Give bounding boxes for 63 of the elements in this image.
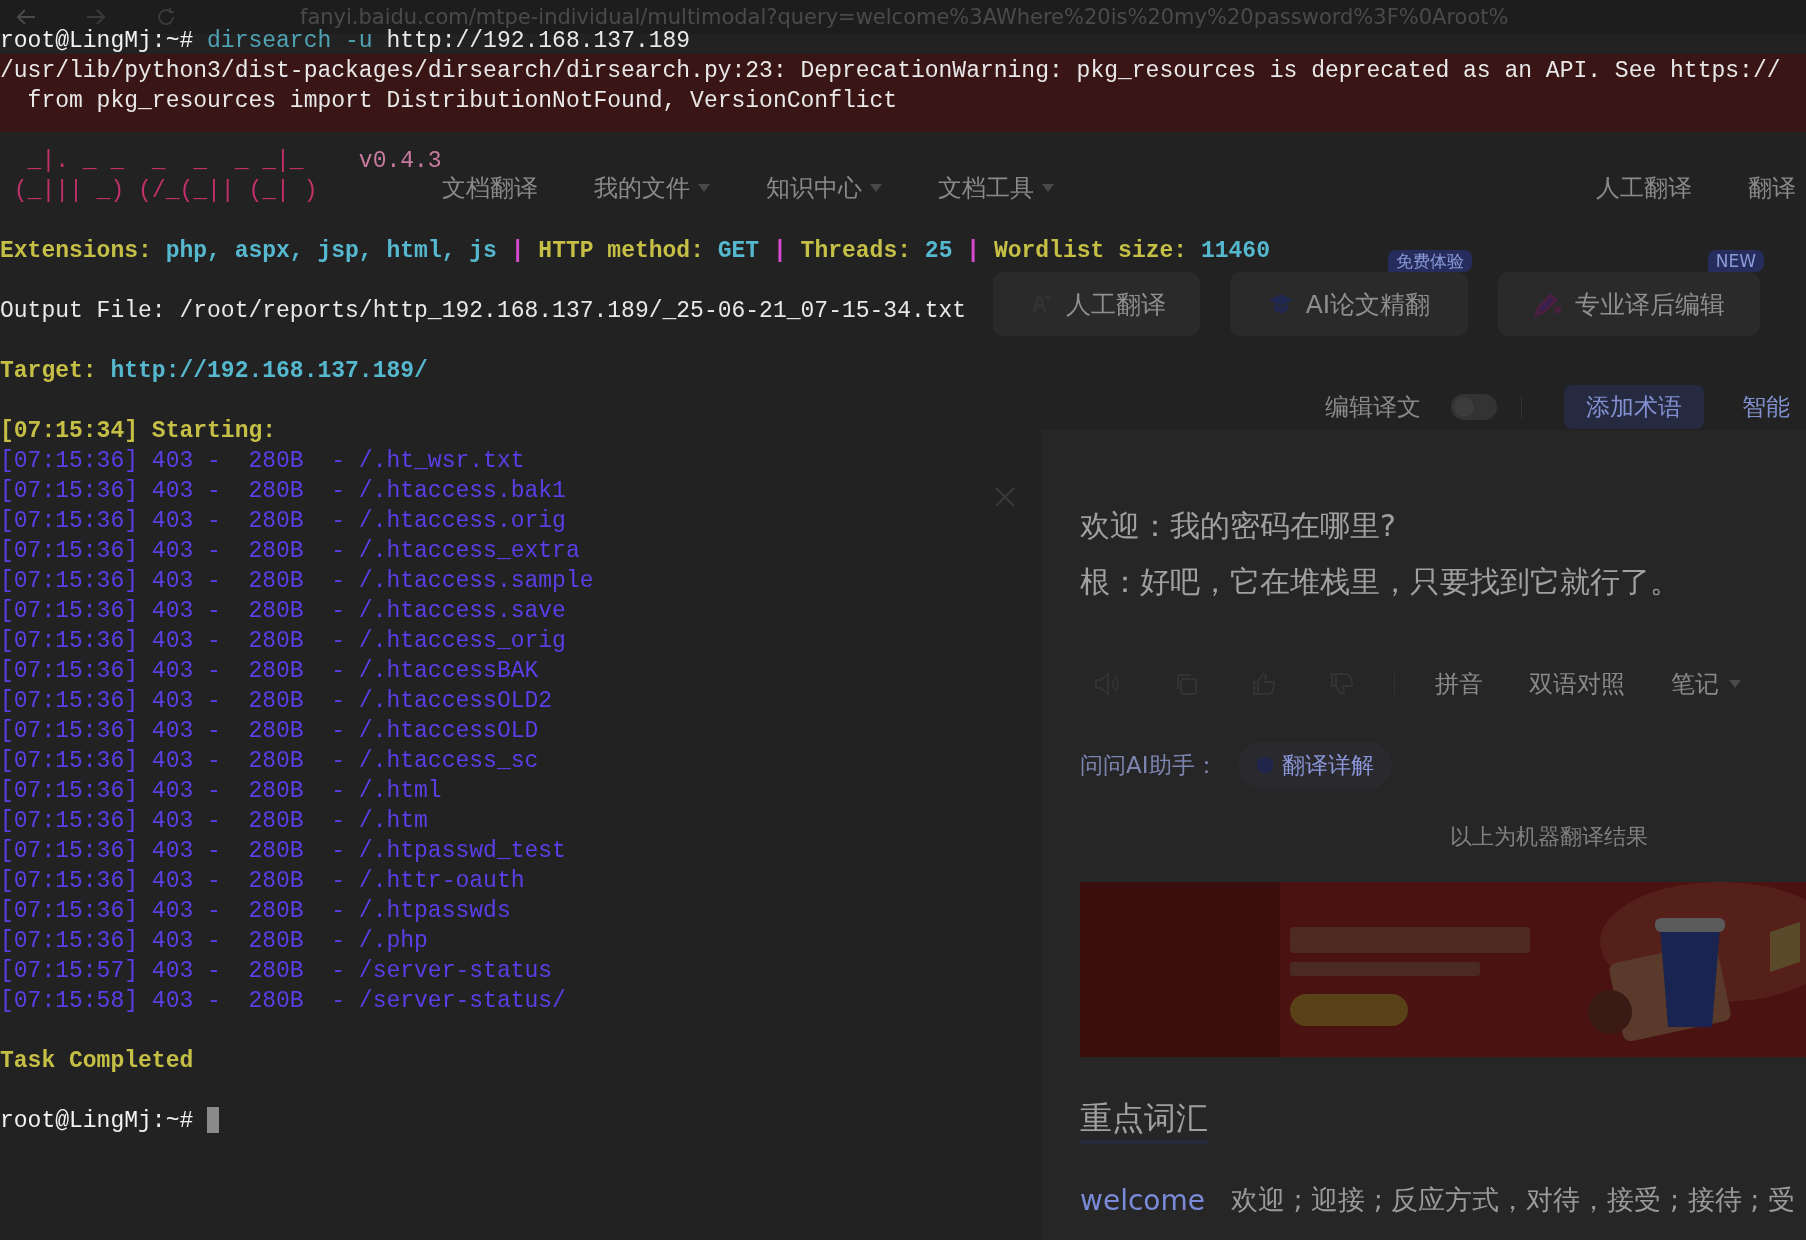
- terminal-line: [07:15:36] 403 - 280B - /.htaccess.bak1: [0, 477, 566, 506]
- add-term-button[interactable]: 添加术语: [1564, 385, 1704, 429]
- cube-icon: [1255, 755, 1274, 775]
- terminal-line: [07:15:57] 403 - 280B - /server-status: [0, 957, 553, 986]
- terminal-line: [07:15:36] 403 - 280B - /.htaccess_extra: [0, 537, 580, 566]
- nav-item[interactable]: 文档翻译: [442, 172, 538, 204]
- terminal-line: (_||| _) (/_(_|| (_| ): [12, 177, 318, 206]
- terminal-line: root@LingMj:~#: [0, 1106, 220, 1136]
- reload-icon[interactable]: [156, 7, 176, 27]
- close-icon[interactable]: [994, 486, 1016, 508]
- terminal-line: _|. _ _ _ _ _ _|_ v0.4.3: [26, 147, 442, 176]
- action-button[interactable]: 笔记: [1671, 668, 1741, 700]
- terminal-line: Task Completed: [0, 1047, 194, 1076]
- terminal-line: [07:15:34] Starting:: [0, 417, 278, 446]
- toggle-switch[interactable]: [1451, 394, 1497, 420]
- terminal-line: [07:15:36] 403 - 280B - /.ht_wsr.txt: [0, 447, 525, 476]
- explain-button[interactable]: 翻译详解: [1237, 741, 1392, 789]
- translation-text: 根：好吧，它在堆栈里，只要找到它就行了。: [1080, 563, 1681, 601]
- terminal-line: root@LingMj:~# dirsearch -u http://192.168.137.189: [0, 28, 691, 56]
- terminal-line: [07:15:36] 403 - 280B - /.htaccessBAK: [0, 657, 539, 686]
- terminal-line: [07:15:36] 403 - 280B - /.httr-oauth: [0, 867, 525, 896]
- terminal-line: [07:15:36] 403 - 280B - /.htpasswd_test: [0, 837, 566, 866]
- terminal-line: [07:15:36] 403 - 280B - /.htaccessOLD: [0, 717, 539, 746]
- terminal-line: [07:15:36] 403 - 280B - /.htaccess_orig: [0, 627, 566, 656]
- vocabulary-title: 重点词汇: [1080, 1096, 1208, 1144]
- terminal-line: [07:15:36] 403 - 280B - /.html: [0, 777, 442, 806]
- badge: 免费体验: [1388, 250, 1472, 272]
- terminal-line: [07:15:36] 403 - 280B - /.htpasswds: [0, 897, 511, 926]
- tool-card[interactable]: 专业译后编辑: [1498, 272, 1760, 336]
- tool-card[interactable]: AI论文精翻: [1230, 272, 1468, 336]
- terminal-line: from pkg_resources import DistributionNotFound, VersionConflict: [26, 87, 898, 116]
- translation-text: 欢迎：我的密码在哪里?: [1080, 507, 1397, 545]
- terminal-line: Extensions: php, aspx, jsp, html, js | HTTP method: GET | Threads: 25 | Wordlist size: 11460: [0, 237, 1270, 266]
- terminal-line: [07:15:36] 403 - 280B - /.php: [0, 927, 428, 956]
- nav-item[interactable]: 翻译: [1748, 172, 1796, 204]
- nav-item[interactable]: 知识中心: [766, 172, 882, 204]
- forward-icon[interactable]: [86, 8, 106, 26]
- terminal-line: [07:15:36] 403 - 280B - /.htaccess.sample: [0, 567, 594, 596]
- terminal-line: [07:15:58] 403 - 280B - /server-status/: [0, 987, 566, 1016]
- terminal-line: [07:15:36] 403 - 280B - /.htaccess.save: [0, 597, 566, 626]
- smart-link[interactable]: 智能: [1742, 391, 1790, 423]
- terminal-line: [07:15:36] 403 - 280B - /.htm: [0, 807, 428, 836]
- terminal-line: Output File: /root/reports/http_192.168.137.189/_25-06-21_07-15-34.txt: [0, 297, 967, 326]
- graduation-cap-icon: [1267, 292, 1294, 316]
- terminal-line: [07:15:36] 403 - 280B - /.htaccess.orig: [0, 507, 566, 536]
- back-icon[interactable]: [16, 8, 36, 26]
- machine-translation-notice: 以上为机器翻译结果: [1450, 823, 1649, 851]
- terminal-line: Target: http://192.168.137.189/: [0, 357, 428, 386]
- nav-item[interactable]: 文档工具: [938, 172, 1054, 204]
- action-button[interactable]: 拼音: [1435, 668, 1483, 700]
- badge: NEW: [1707, 250, 1764, 272]
- nav-item[interactable]: 我的文件: [594, 172, 710, 204]
- edit-label: 编辑译文: [1325, 392, 1421, 423]
- ai-assistant-label: 问问AI助手：: [1080, 750, 1218, 780]
- pen-icon: [1533, 291, 1563, 317]
- terminal-line: /usr/lib/python3/dist-packages/dirsearch/dirsearch.py:23: DeprecationWarning: pkg_resources is deprecated as an API. See https://: [0, 57, 1781, 86]
- nav-item[interactable]: 人工翻译: [1596, 172, 1692, 204]
- terminal-line: [07:15:36] 403 - 280B - /.htaccess_sc: [0, 747, 539, 776]
- vocabulary-meaning: 欢迎 ; 迎接 ; 反应方式，对待，接受 ; 接待 ; 受: [1230, 1183, 1795, 1217]
- action-button[interactable]: 双语对照: [1529, 668, 1625, 700]
- tool-card[interactable]: 人工翻译: [993, 272, 1200, 336]
- vocabulary-word[interactable]: welcome: [1080, 1183, 1205, 1217]
- terminal-line: [07:15:36] 403 - 280B - /.htaccessOLD2: [0, 687, 553, 716]
